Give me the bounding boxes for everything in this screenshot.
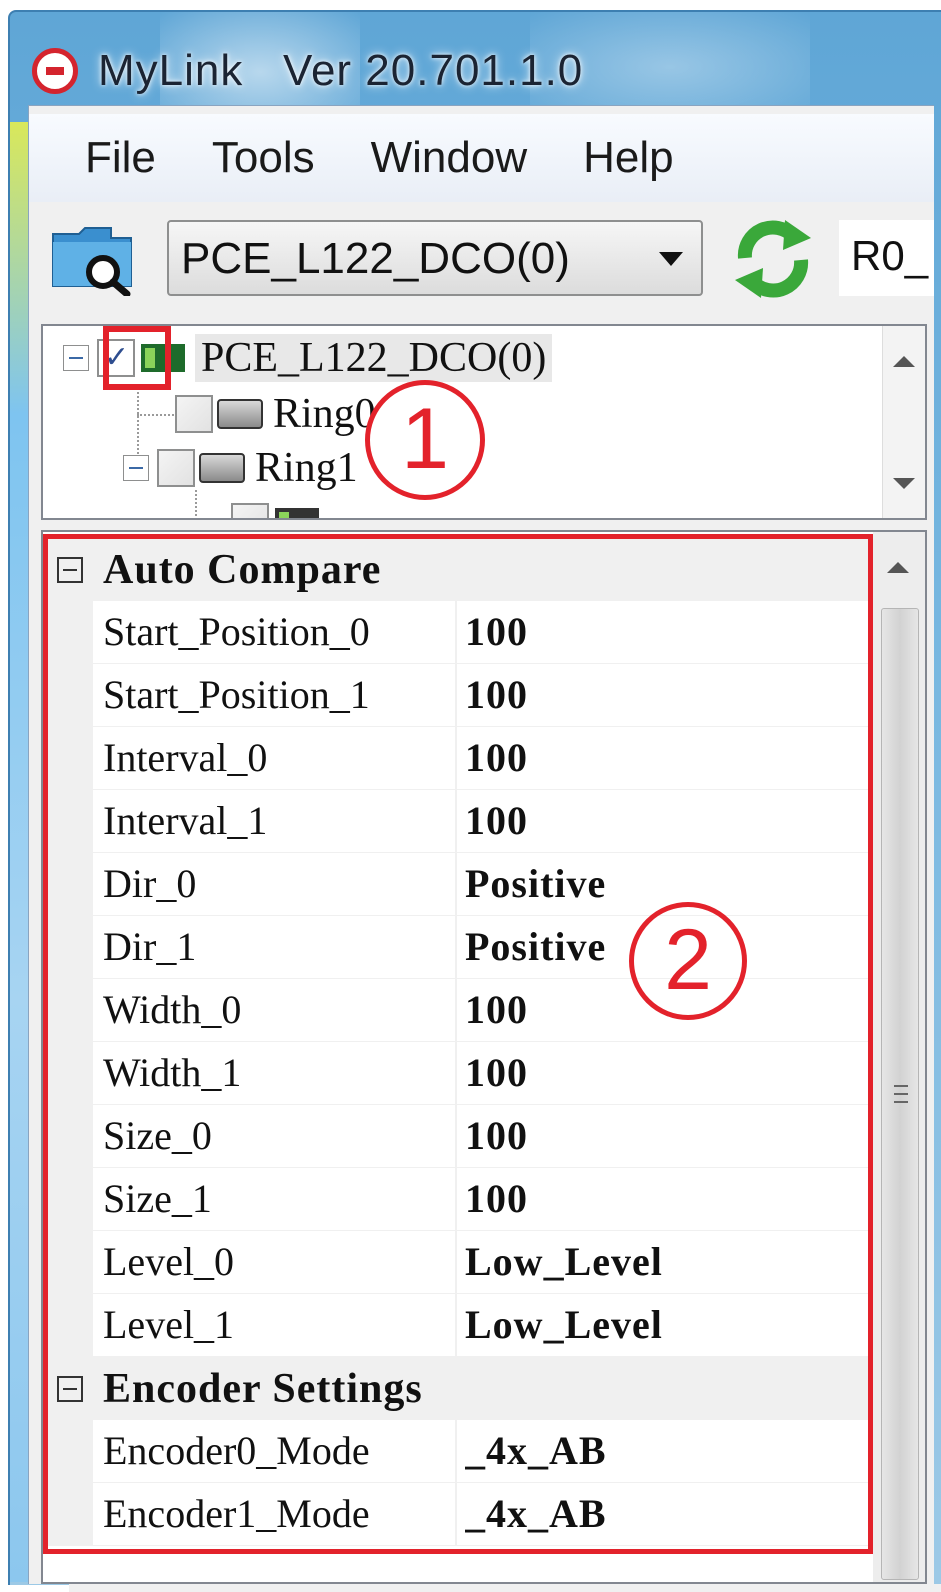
property-name: Size_1 [93,1168,457,1230]
annotation-marker-1: 1 [365,380,485,500]
property-value[interactable]: 100 [465,664,865,726]
property-row[interactable]: Level_0 Low_Level [93,1231,869,1294]
device-select-value: PCE_L122_DCO(0) [181,234,570,283]
grid-gutter [47,1420,93,1546]
property-name: Encoder0_Mode [93,1420,457,1482]
chevron-down-icon [659,252,683,266]
property-name: Start_Position_0 [93,601,457,663]
grid-gutter [47,601,93,1357]
property-row[interactable]: Interval_1 100 [93,790,869,853]
annotation-number: 1 [401,391,449,487]
scroll-thumb[interactable] [881,608,919,1580]
property-row[interactable]: Start_Position_1 100 [93,664,869,727]
property-name: Interval_0 [93,727,457,789]
property-value[interactable]: 100 [465,790,865,852]
tree-node-partial[interactable] [223,496,319,518]
tree-scrollbar[interactable] [882,326,925,518]
window-title: MyLink Ver 20.701.1.0 [98,46,584,95]
ring1-checkbox[interactable] [157,449,195,487]
menu-file[interactable]: File [85,136,156,180]
property-name: Dir_0 [93,853,457,915]
tree-node-ring1[interactable]: Ring1 [123,442,358,494]
toolbar: PCE_L122_DCO(0) R0_ [29,206,934,316]
property-grid[interactable]: Auto Compare Start_Position_0 100 Start_Pos… [41,530,927,1584]
tree-node-label: PCE_L122_DCO(0) [195,334,553,382]
property-row[interactable]: Encoder1_Mode _4x_AB [93,1483,869,1546]
tree-node-ring0[interactable]: Ring0 [167,388,376,440]
gear-icon [275,508,319,518]
category-label: Auto Compare [103,546,382,593]
scroll-down-icon[interactable] [893,478,915,489]
property-row[interactable]: Size_1 100 [93,1168,869,1231]
property-value[interactable]: 100 [465,1105,865,1167]
property-row[interactable]: Dir_1 Positive [93,916,869,979]
status-strip [69,1584,941,1592]
property-name: Start_Position_1 [93,664,457,726]
property-name: Dir_1 [93,916,457,978]
annotation-marker-2: 2 [629,902,747,1020]
property-value[interactable]: 100 [465,601,865,663]
property-value[interactable]: 100 [465,1042,865,1104]
property-name: Width_1 [93,1042,457,1104]
ring0-checkbox[interactable] [175,395,213,433]
grid-scrollbar[interactable] [873,532,925,1582]
property-value[interactable]: 100 [465,1168,865,1230]
device-select[interactable]: PCE_L122_DCO(0) [167,220,703,296]
property-row[interactable]: Dir_0 Positive [93,853,869,916]
ring-field[interactable]: R0_ [839,220,934,296]
property-row[interactable]: Start_Position_0 100 [93,601,869,664]
category-label: Encoder Settings [103,1365,423,1412]
menu-help[interactable]: Help [583,136,674,180]
property-name: Encoder1_Mode [93,1483,457,1545]
collapse-icon[interactable] [57,556,83,583]
client-area: File Tools Window Help PCE_L122_DCO(0) R… [28,105,941,1592]
property-row[interactable]: Level_1 Low_Level [93,1294,869,1357]
collapse-icon[interactable] [63,345,89,371]
app-logo-icon [32,48,78,94]
property-name: Level_1 [93,1294,457,1356]
ring-field-value: R0_ [851,232,929,279]
ring-icon [217,399,263,429]
menu-window[interactable]: Window [371,136,528,180]
highlight-box [103,326,171,390]
annotation-number: 2 [664,912,712,1008]
property-value[interactable]: _4x_AB [465,1483,865,1545]
property-row[interactable]: Width_1 100 [93,1042,869,1105]
search-device-icon[interactable] [51,224,133,296]
menu-bar: File Tools Window Help [29,114,934,202]
property-name: Level_0 [93,1231,457,1293]
ring-icon [199,453,245,483]
grip-icon [894,1101,908,1103]
scroll-up-icon[interactable] [893,356,915,367]
property-name: Interval_1 [93,790,457,852]
scroll-up-icon[interactable] [887,562,909,573]
grip-icon [894,1093,908,1095]
refresh-icon[interactable] [731,214,815,304]
property-row[interactable]: Size_0 100 [93,1105,869,1168]
device-tree[interactable]: ✓ PCE_L122_DCO(0) Ring0 Ring1 1 [41,324,927,520]
collapse-icon[interactable] [123,455,149,481]
property-row[interactable]: Interval_0 100 [93,727,869,790]
tree-node-label: Ring0 [273,391,376,437]
property-name: Width_0 [93,979,457,1041]
menu-tools[interactable]: Tools [212,136,315,180]
property-row[interactable]: Width_0 100 [93,979,869,1042]
tree-connector [195,490,197,518]
property-value[interactable]: Low_Level [465,1294,865,1356]
category-header[interactable]: Auto Compare [47,538,869,601]
property-value[interactable]: _4x_AB [465,1420,865,1482]
grip-icon [894,1085,908,1087]
property-value[interactable]: Low_Level [465,1231,865,1293]
property-name: Size_0 [93,1105,457,1167]
title-bar[interactable]: MyLink Ver 20.701.1.0 [32,36,583,106]
property-row[interactable]: Encoder0_Mode _4x_AB [93,1420,869,1483]
property-value[interactable]: 100 [465,727,865,789]
collapse-icon[interactable] [57,1375,83,1402]
tree-node-label: Ring1 [255,445,358,491]
category-header[interactable]: Encoder Settings [47,1357,869,1420]
child-checkbox[interactable] [231,503,269,518]
